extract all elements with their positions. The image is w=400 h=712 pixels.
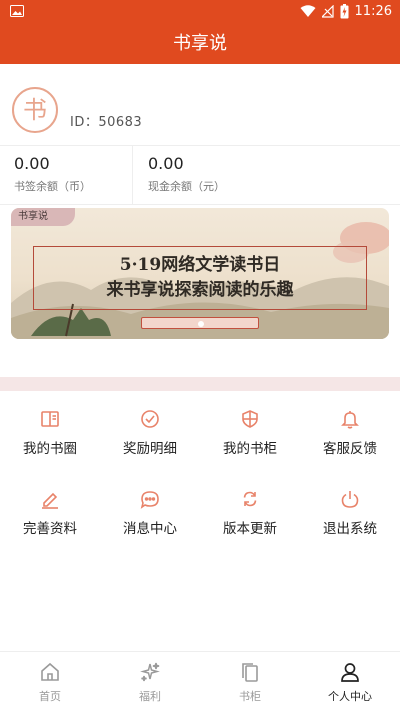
bookmark-balance-label: 书签余额（币） <box>14 180 91 193</box>
book-circle-icon <box>41 411 59 427</box>
menu-item-label: 退出系统 <box>323 521 377 537</box>
tab-bookshelf[interactable]: 书柜 <box>200 652 300 712</box>
bell-icon <box>341 411 359 429</box>
menu-item-logout[interactable]: 退出系统 <box>300 471 400 551</box>
bookmark-balance[interactable]: 0.00 书签余额（币） <box>14 146 124 204</box>
bookshelf-icon <box>242 663 258 682</box>
menu-item-label: 客服反馈 <box>323 441 377 457</box>
menu-grid: 我的书圈 奖励明细 我的书柜 客服反馈 完善资料 消息中心 版本更新 退出系统 <box>0 391 400 551</box>
carousel-indicator[interactable] <box>198 321 204 327</box>
clock: 11:26 <box>354 4 392 19</box>
person-icon <box>341 663 359 682</box>
tab-label: 书柜 <box>239 690 261 703</box>
menu-item-version-update[interactable]: 版本更新 <box>200 471 300 551</box>
menu-item-reward-details[interactable]: 奖励明细 <box>100 391 200 471</box>
gallery-notification-icon <box>10 5 24 21</box>
balance-divider <box>132 146 133 204</box>
menu-item-label: 奖励明细 <box>123 441 177 457</box>
tab-label: 福利 <box>139 690 161 703</box>
balance-panel: 0.00 书签余额（币） 0.00 现金余额（元） <box>0 146 400 204</box>
menu-item-label: 我的书柜 <box>223 441 277 457</box>
avatar[interactable]: 书 <box>12 87 58 133</box>
refresh-icon <box>243 491 257 507</box>
bookcase-shield-icon <box>242 410 258 428</box>
menu-item-label: 版本更新 <box>223 521 277 537</box>
status-bar: 11:26 <box>0 0 400 24</box>
menu-item-my-book-circle[interactable]: 我的书圈 <box>0 391 100 471</box>
menu-item-label: 我的书圈 <box>23 441 77 457</box>
chat-bubble-icon <box>140 491 159 509</box>
menu-item-complete-profile[interactable]: 完善资料 <box>0 471 100 551</box>
banner-subheadline: 来书享说探索阅读的乐趣 <box>106 280 294 300</box>
battery-charging-icon <box>340 4 349 19</box>
menu-item-my-bookcase[interactable]: 我的书柜 <box>200 391 300 471</box>
user-id: ID：50683 <box>70 115 143 130</box>
banner-headline: 5·19网络文学读书日 <box>119 255 281 275</box>
bottom-tab-bar: 首页 福利 书柜 个人中心 <box>0 651 400 711</box>
tab-personal-center[interactable]: 个人中心 <box>300 652 400 712</box>
pen-icon <box>42 492 58 509</box>
menu-item-customer-feedback[interactable]: 客服反馈 <box>300 391 400 471</box>
banner-tag: 书享说 <box>11 208 75 226</box>
wifi-icon <box>300 5 316 17</box>
app-bar: 书享说 <box>0 24 400 64</box>
cash-balance-value: 0.00 <box>148 154 184 173</box>
menu-item-label: 完善资料 <box>23 521 77 537</box>
menu-item-message-center[interactable]: 消息中心 <box>100 471 200 551</box>
power-icon <box>341 491 359 508</box>
home-icon <box>41 662 59 681</box>
menu-item-label: 消息中心 <box>123 521 177 537</box>
tab-label: 首页 <box>39 690 61 703</box>
tab-home[interactable]: 首页 <box>0 652 100 712</box>
divider <box>0 204 400 205</box>
cash-balance-label: 现金余额（元） <box>148 180 225 193</box>
promo-banner[interactable]: 书享说 5·19网络文学读书日 来书享说探索阅读的乐趣 <box>11 208 389 339</box>
cash-balance[interactable]: 0.00 现金余额（元） <box>148 146 268 204</box>
profile-header[interactable]: 书 ID：50683 <box>0 64 400 146</box>
sparkle-icon <box>140 662 160 682</box>
tab-label: 个人中心 <box>328 690 372 703</box>
section-separator <box>0 377 400 391</box>
bookmark-balance-value: 0.00 <box>14 154 50 173</box>
tab-welfare[interactable]: 福利 <box>100 652 200 712</box>
page-title: 书享说 <box>173 33 227 54</box>
no-signal-icon <box>321 5 334 18</box>
reward-check-icon <box>141 410 159 428</box>
